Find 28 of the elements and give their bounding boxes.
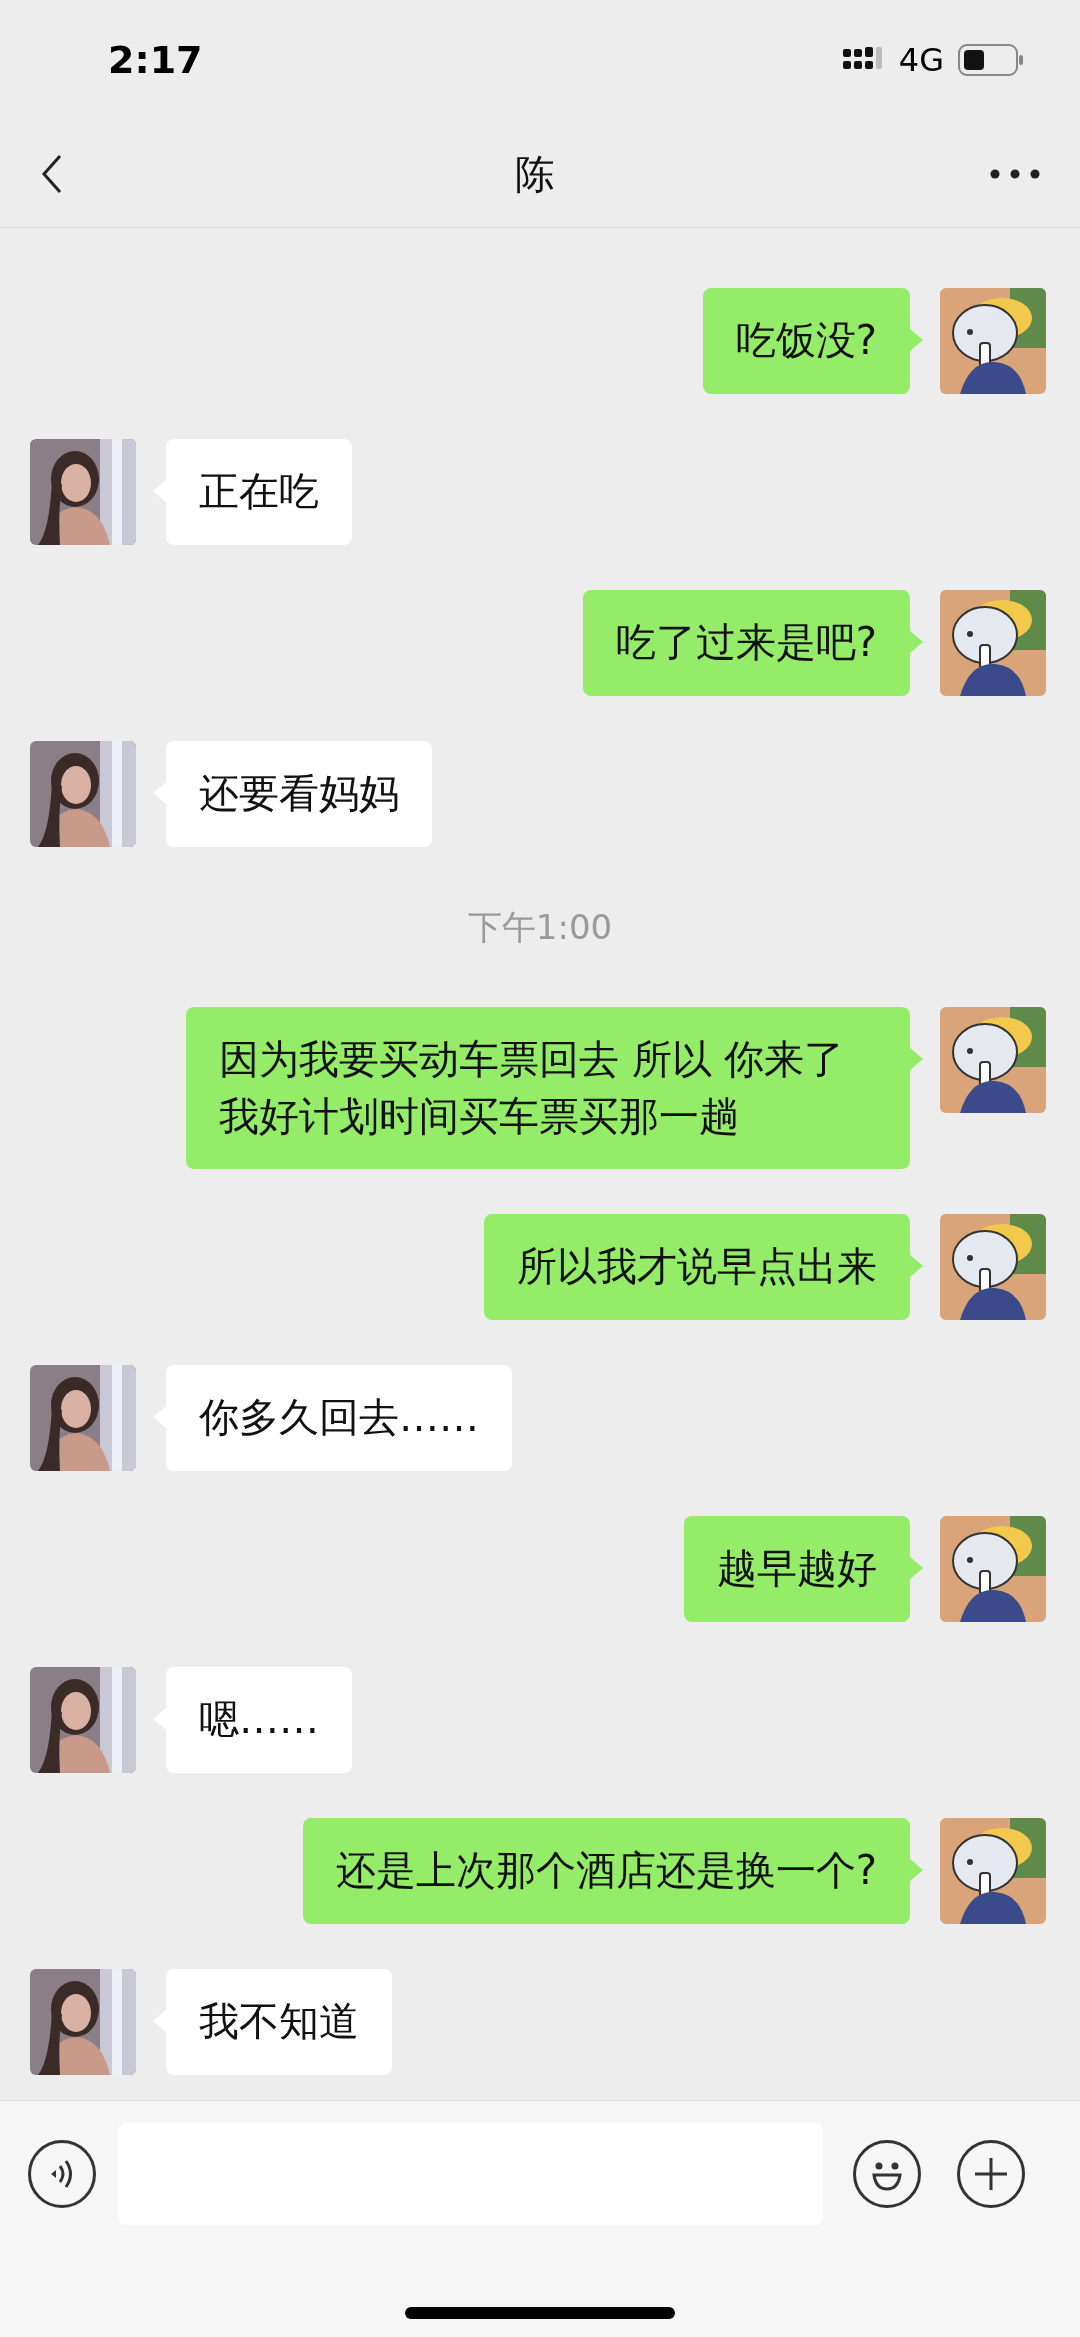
message-bubble: 你多久回去…… [166, 1365, 512, 1471]
network-label: 4G [898, 40, 944, 81]
bubble-tail [909, 1047, 923, 1071]
message-bubble: 所以我才说早点出来 [484, 1214, 910, 1320]
timestamp: 下午1:00 [467, 905, 613, 949]
message-bubble: 因为我要买动车票回去 所以 你来了我好计划时间买车票买那一趟 [186, 1007, 910, 1169]
more-icon [990, 168, 1040, 179]
voice-button[interactable] [28, 2140, 96, 2208]
bubble-tail [909, 1556, 923, 1580]
battery-icon [958, 44, 1024, 76]
message-bubble: 正在吃 [166, 439, 352, 545]
message-bubble: 吃饭没? [702, 288, 910, 394]
message-bubble: 越早越好 [684, 1516, 910, 1622]
message-bubble: 嗯…… [166, 1667, 352, 1773]
message-bubble: 还是上次那个酒店还是换一个? [302, 1818, 910, 1924]
bubble-tail [909, 1254, 923, 1278]
emoji-button[interactable] [853, 2140, 921, 2208]
bubble-tail [909, 1858, 923, 1882]
add-button[interactable] [957, 2140, 1025, 2208]
message-bubble: 还要看妈妈 [166, 741, 432, 847]
plus-icon [973, 2156, 1009, 2192]
chat-title: 陈 [515, 149, 555, 199]
message-bubble: 吃了过来是吧? [582, 590, 910, 696]
message-bubble: 我不知道 [166, 1969, 392, 2075]
back-icon [40, 153, 64, 194]
bubble-tail [909, 630, 923, 654]
bubble-tail [909, 328, 923, 352]
status-time: 2:17 [108, 36, 203, 84]
